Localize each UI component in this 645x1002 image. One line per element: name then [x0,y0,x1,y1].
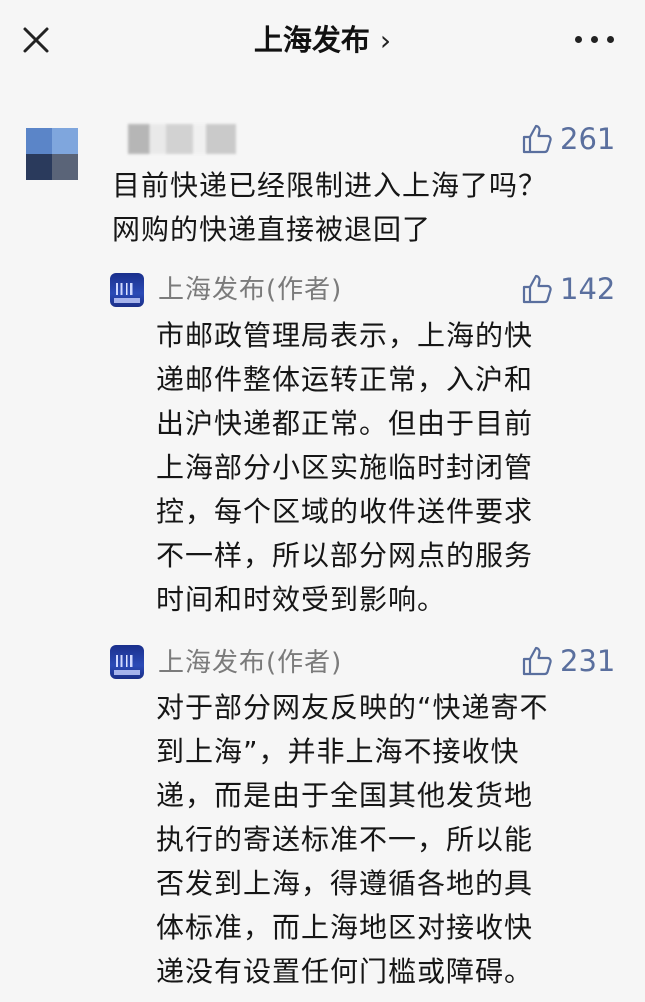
reply-text: 市邮政管理局表示，上海的快 递邮件整体运转正常，入沪和 出沪快递都正常。但由于目… [156,319,534,616]
thumbs-up-icon [522,274,552,304]
reply-author-name[interactable]: 上海发布(作者) [158,272,342,308]
reply-like-count: 142 [560,272,616,306]
reply-text: 对于部分网友反映的“快递寄不 到上海”，并非上海不接收快 递，而是由于全国其他发… [156,691,549,988]
more-options-icon[interactable] [575,30,617,50]
page-title[interactable]: 上海发布 › [0,20,645,61]
comment-like-count: 261 [560,122,616,156]
comment-text: 目前快递已经限制进入上海了吗？ 网购的快递直接被退回了 [112,169,548,246]
reply-author-avatar[interactable] [110,273,144,307]
thumbs-up-icon [522,124,552,154]
reply-author-avatar[interactable] [110,645,144,679]
reply-like-count: 231 [560,644,616,678]
reply-author-name[interactable]: 上海发布(作者) [158,645,342,681]
commenter-avatar[interactable] [26,128,78,180]
reply-like-button[interactable]: 231 [520,644,615,678]
chevron-right-icon: › [379,24,392,57]
top-bar: 上海发布 › [0,0,645,84]
comment-like-button[interactable]: 261 [520,122,615,156]
reply-like-button[interactable]: 142 [520,272,615,306]
commenter-name-blurred [128,124,236,154]
thumbs-up-icon [522,646,552,676]
page-title-text: 上海发布 [253,23,370,57]
